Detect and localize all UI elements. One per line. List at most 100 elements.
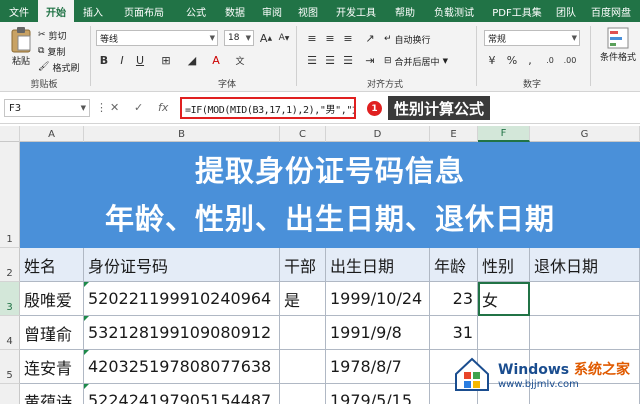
decrease-decimal-icon[interactable]: .00	[562, 52, 578, 68]
indent-icon[interactable]: ⇥	[362, 52, 378, 68]
tab-data[interactable]: 数据	[216, 0, 254, 22]
table-cell-cadre[interactable]	[280, 384, 326, 404]
table-cell-cadre[interactable]: 是	[280, 282, 326, 316]
table-cell-id[interactable]: 532128199109080912	[84, 316, 280, 350]
column-header-e[interactable]: E	[430, 126, 478, 142]
format-painter-button[interactable]: 🖌 格式刷	[38, 60, 79, 74]
header-cell-name[interactable]: 姓名	[20, 248, 84, 282]
number-format-select[interactable]: 常规 ▼	[484, 30, 580, 46]
font-size-select[interactable]: 18 ▼	[224, 30, 254, 46]
table-cell-birthdate[interactable]: 1979/5/15	[326, 384, 430, 404]
tab-page-layout[interactable]: 页面布局	[112, 0, 176, 22]
align-right-icon[interactable]: ☰	[340, 52, 356, 68]
comma-icon[interactable]: ,	[522, 52, 538, 68]
paste-button[interactable]: 粘贴	[6, 26, 36, 72]
increase-font-icon[interactable]: A ▲	[258, 30, 274, 46]
row-header-5[interactable]: 5	[0, 350, 20, 384]
title-banner[interactable]: 提取身份证号码信息 年龄、性别、出生日期、退休日期	[20, 142, 640, 248]
table-cell-name[interactable]: 殷唯爱	[20, 282, 84, 316]
table-cell-age[interactable]: 31	[430, 316, 478, 350]
header-cell-gender[interactable]: 性别	[478, 248, 530, 282]
cut-button[interactable]: ✂ 剪切	[38, 28, 79, 42]
column-header-d[interactable]: D	[326, 126, 430, 142]
header-cell-birthdate[interactable]: 出生日期	[326, 248, 430, 282]
row-header-6[interactable]: 6	[0, 384, 20, 404]
align-left-icon[interactable]: ☰	[304, 52, 320, 68]
tab-view[interactable]: 视图	[290, 0, 326, 22]
tab-load-test[interactable]: 负载测试	[424, 0, 484, 22]
alignment-group: ≡ ≡ ≡ ↗ ↵ 自动换行 ☰ ☰ ☰ ⇥ ⊟ 合并后居中 ▼ 对齐方式	[298, 22, 472, 92]
table-cell-retire-date[interactable]	[530, 282, 640, 316]
header-cell-id[interactable]: 身份证号码	[84, 248, 280, 282]
table-cell-gender[interactable]	[478, 316, 530, 350]
italic-icon[interactable]: I	[114, 52, 130, 68]
header-cell-retire-date[interactable]: 退休日期	[530, 248, 640, 282]
decrease-font-icon[interactable]: A ▼	[276, 30, 292, 46]
insert-function-icon[interactable]: fx	[158, 101, 168, 114]
table-cell-cadre[interactable]	[280, 350, 326, 384]
table-cell-id[interactable]: 522424197905154487	[84, 384, 280, 404]
currency-icon[interactable]: ¥	[484, 52, 500, 68]
tab-help[interactable]: 帮助	[386, 0, 424, 22]
tab-pdf-tools[interactable]: PDF工具集	[484, 0, 550, 22]
table-cell-age[interactable]: 23	[430, 282, 478, 316]
column-header-g[interactable]: G	[530, 126, 640, 142]
increase-decimal-icon[interactable]: .0	[542, 52, 558, 68]
tab-team[interactable]: 团队	[550, 0, 582, 22]
align-top-icon[interactable]: ≡	[304, 30, 320, 46]
underline-icon[interactable]: U	[132, 52, 148, 68]
tab-insert[interactable]: 插入	[74, 0, 112, 22]
ribbon-tabbar: 文件 开始 插入 页面布局 公式 数据 审阅 视图 开发工具 帮助 负载测试 P…	[0, 0, 640, 22]
align-middle-icon[interactable]: ≡	[322, 30, 338, 46]
table-cell-id[interactable]: 520221199910240964	[84, 282, 280, 316]
font-color-icon[interactable]: A	[208, 52, 224, 68]
column-header-b[interactable]: B	[84, 126, 280, 142]
cancel-icon[interactable]: ✕	[110, 101, 119, 114]
table-cell-birthdate[interactable]: 1999/10/24	[326, 282, 430, 316]
bold-icon[interactable]: B	[96, 52, 112, 68]
conditional-formatting-button[interactable]: 条件格式	[600, 26, 636, 63]
row-header-2[interactable]: 2	[0, 248, 20, 282]
table-cell-id[interactable]: 420325197808077638	[84, 350, 280, 384]
tab-review[interactable]: 审阅	[254, 0, 290, 22]
align-bottom-icon[interactable]: ≡	[340, 30, 356, 46]
orientation-icon[interactable]: ↗	[362, 30, 378, 46]
table-cell-name[interactable]: 连安青	[20, 350, 84, 384]
formula-input[interactable]: =IF(MOD(MID(B3,17,1),2),"男","女")	[180, 97, 356, 119]
table-cell-birthdate[interactable]: 1978/8/7	[326, 350, 430, 384]
copy-button[interactable]: ⧉ 复制	[38, 44, 79, 58]
wrap-text-button[interactable]: ↵ 自动换行	[384, 32, 431, 46]
row-header-4[interactable]: 4	[0, 316, 20, 350]
tab-developer[interactable]: 开发工具	[326, 0, 386, 22]
merge-center-button[interactable]: ⊟ 合并后居中 ▼	[384, 54, 448, 68]
border-icon[interactable]: ⊞	[158, 52, 174, 68]
align-center-icon[interactable]: ☰	[322, 52, 338, 68]
chevron-down-icon: ▼	[209, 34, 215, 42]
corner-select-all[interactable]	[0, 126, 20, 142]
column-header-a[interactable]: A	[20, 126, 84, 142]
tab-baidu-netdisk[interactable]: 百度网盘	[582, 0, 640, 22]
font-name-select[interactable]: 等线 ▼	[96, 30, 218, 46]
percent-icon[interactable]: %	[504, 52, 520, 68]
table-cell-birthdate[interactable]: 1991/9/8	[326, 316, 430, 350]
copy-icon: ⧉	[38, 46, 45, 56]
name-box[interactable]: F3 ▼	[4, 99, 90, 117]
column-header-f[interactable]: F	[478, 126, 530, 142]
column-header-c[interactable]: C	[280, 126, 326, 142]
paste-label: 粘贴	[11, 57, 30, 67]
header-cell-age[interactable]: 年龄	[430, 248, 478, 282]
tab-file[interactable]: 文件	[0, 0, 38, 22]
header-cell-cadre[interactable]: 干部	[280, 248, 326, 282]
tab-home[interactable]: 开始	[38, 0, 74, 22]
table-cell-retire-date[interactable]	[530, 316, 640, 350]
row-header-1[interactable]: 1	[0, 142, 20, 248]
table-cell-name[interactable]: 黄蕴诗	[20, 384, 84, 404]
table-cell-cadre[interactable]	[280, 316, 326, 350]
phonetic-icon[interactable]: 文	[232, 52, 248, 68]
fill-color-icon[interactable]: ◢	[184, 52, 200, 68]
table-cell-name[interactable]: 曾瑾俞	[20, 316, 84, 350]
table-cell-gender-selected[interactable]: 女	[478, 282, 530, 316]
confirm-icon[interactable]: ✓	[134, 101, 143, 114]
tab-formulas[interactable]: 公式	[176, 0, 216, 22]
row-header-3[interactable]: 3	[0, 282, 20, 316]
